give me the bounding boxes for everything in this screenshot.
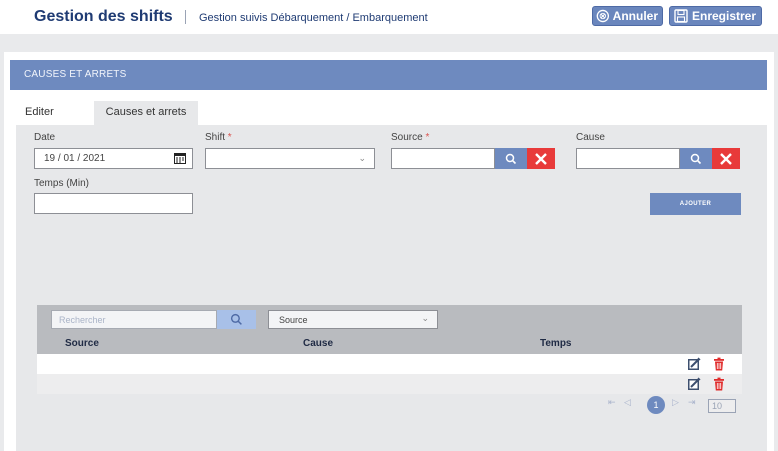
date-field[interactable]: 19 / 01 / 2021 (34, 148, 193, 169)
delete-icon[interactable] (712, 377, 726, 391)
clear-icon (535, 152, 547, 165)
panel-title: CAUSES ET ARRETS (10, 60, 767, 90)
edit-icon[interactable] (687, 377, 701, 391)
filter-select[interactable]: Source ⌄ (268, 310, 438, 329)
search-icon (230, 313, 242, 325)
table-search-button[interactable] (217, 310, 256, 329)
tab-editer[interactable]: Editer (16, 101, 94, 125)
date-value: 19 / 01 / 2021 (44, 153, 106, 164)
table-header: Source Cause Temps (37, 332, 742, 354)
cause-search-button[interactable] (680, 148, 712, 169)
title-separator (185, 10, 186, 24)
filter-select-value: Source (279, 315, 308, 325)
cause-input[interactable] (576, 148, 680, 169)
calendar-icon[interactable] (174, 152, 186, 164)
chevron-down-icon: ⌄ (358, 153, 366, 163)
add-button[interactable]: AJOUTER (650, 193, 741, 215)
source-search-button[interactable] (495, 148, 527, 169)
temps-label: Temps (Min) (34, 178, 90, 189)
main-panel: CAUSES ET ARRETS Editer Causes et arrets… (4, 52, 774, 451)
table-row (37, 374, 742, 394)
prev-page-icon[interactable]: ◁ (624, 397, 631, 408)
cause-clear-button[interactable] (712, 148, 740, 169)
save-button-label: Enregistrer (692, 9, 757, 23)
cancel-button-label: Annuler (612, 9, 658, 23)
table-row (37, 354, 742, 374)
shift-label-text: Shift (205, 132, 226, 143)
page-size-input[interactable]: 10 (708, 399, 736, 413)
top-bar: Gestion des shifts Gestion suivis Débarq… (0, 0, 778, 34)
source-label-text: Source (391, 132, 423, 143)
edit-icon[interactable] (687, 357, 701, 371)
delete-icon[interactable] (712, 357, 726, 371)
first-page-icon[interactable]: ⇤ (608, 397, 616, 408)
column-header-cause[interactable]: Cause (303, 338, 333, 349)
column-header-source[interactable]: Source (65, 338, 99, 349)
shift-required-mark: * (227, 132, 232, 143)
chevron-down-icon: ⌄ (421, 313, 429, 323)
app-subtitle: Gestion suivis Débarquement / Embarqueme… (199, 12, 428, 24)
cancel-button[interactable]: Annuler (592, 6, 663, 26)
column-header-temps[interactable]: Temps (540, 338, 572, 349)
source-clear-button[interactable] (527, 148, 555, 169)
search-icon (505, 153, 517, 164)
pagination-current-page[interactable]: 1 (647, 396, 665, 414)
cancel-icon (596, 9, 610, 23)
table-search-input[interactable]: Rechercher (51, 310, 217, 329)
tab-content: Date 19 / 01 / 2021 Shift * ⌄ Source * C… (16, 125, 767, 451)
last-page-icon[interactable]: ⇥ (688, 397, 696, 408)
temps-input[interactable] (34, 193, 193, 214)
source-required-mark: * (425, 132, 430, 143)
source-input[interactable] (391, 148, 495, 169)
app-title: Gestion des shifts (34, 8, 173, 25)
source-label: Source * (391, 132, 429, 143)
tab-causes-et-arrets[interactable]: Causes et arrets (94, 101, 198, 125)
shift-label: Shift * (205, 132, 232, 143)
cause-label: Cause (576, 132, 605, 143)
save-icon (674, 9, 688, 23)
save-button[interactable]: Enregistrer (669, 6, 762, 26)
clear-icon (720, 152, 732, 165)
table-toolbar: Rechercher Source ⌄ (37, 305, 742, 332)
search-icon (690, 153, 702, 164)
shift-select[interactable]: ⌄ (205, 148, 375, 169)
next-page-icon[interactable]: ▷ (672, 397, 679, 408)
date-label: Date (34, 132, 56, 143)
